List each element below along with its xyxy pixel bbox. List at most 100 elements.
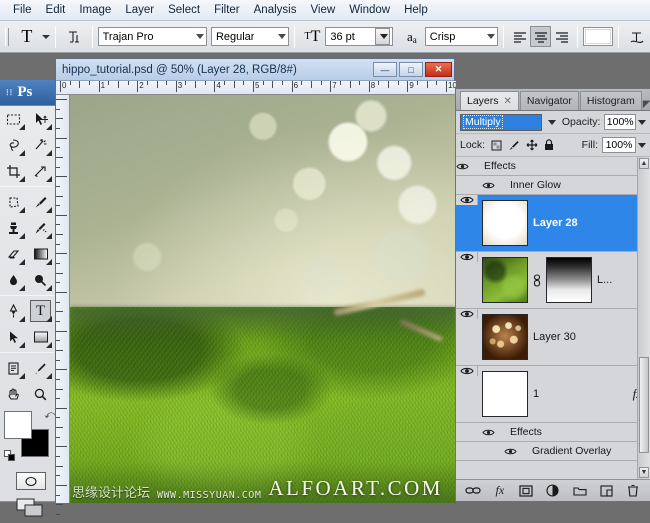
chevron-down-icon[interactable] [548,120,556,125]
fill-slider-chevron-icon[interactable] [638,143,646,148]
rectangle-shape-tool-icon[interactable] [27,324,54,350]
visibility-eye-icon[interactable] [456,309,478,319]
restore-button[interactable]: □ [399,62,423,77]
toolbox-grip[interactable]: ⁞⁞ [6,88,13,97]
add-layer-mask-icon[interactable] [517,482,536,499]
visibility-eye-icon[interactable] [456,162,478,171]
history-brush-tool-icon[interactable] [27,215,54,241]
tab-navigator[interactable]: Navigator [520,91,579,110]
lock-position-icon[interactable] [526,139,538,151]
link-layers-icon[interactable] [464,482,483,499]
visibility-eye-icon[interactable] [504,447,526,456]
blur-tool-icon[interactable] [0,267,27,293]
font-style-select[interactable]: Regular [211,27,289,46]
canvas[interactable]: 思缘设计论坛 WWW.MISSYUAN.COM ALFOART.COM [70,95,456,503]
document-title-bar[interactable]: hippo_tutorial.psd @ 50% (Layer 28, RGB/… [56,59,454,81]
menu-item-view[interactable]: View [303,2,342,18]
rectangular-marquee-tool-icon[interactable] [0,106,27,132]
zoom-tool-icon[interactable] [27,381,54,407]
menu-item-help[interactable]: Help [397,2,435,18]
dodge-tool-icon[interactable] [27,267,54,293]
chevron-down-icon[interactable] [375,28,390,45]
align-right-icon[interactable] [551,26,572,47]
move-tool-icon[interactable] [27,106,54,132]
layer-name[interactable]: L... [597,274,612,286]
layer-row-body[interactable]: Layer 30 [478,311,650,363]
type-tool-icon[interactable]: T [27,298,54,324]
layer-row-body[interactable]: L... [478,254,650,306]
magic-wand-tool-icon[interactable] [27,132,54,158]
layer-thumbnail[interactable] [482,257,528,303]
menu-item-select[interactable]: Select [161,2,207,18]
table-row[interactable]: L... [456,252,650,309]
menu-item-file[interactable]: File [6,2,39,18]
text-orientation-icon[interactable] [61,25,87,49]
layer-name[interactable]: Layer 28 [533,217,578,229]
gradient-tool-icon[interactable] [27,241,54,267]
visibility-eye-icon[interactable] [456,252,478,262]
patch-tool-icon[interactable] [0,189,27,215]
layer-name[interactable]: Layer 30 [533,331,576,343]
layer-name[interactable]: 1 [533,388,539,400]
pen-tool-icon[interactable] [0,298,27,324]
menu-item-filter[interactable]: Filter [207,2,247,18]
scrollbar-thumb[interactable] [639,357,649,454]
path-selection-tool-icon[interactable] [0,324,27,350]
visibility-eye-icon[interactable] [456,195,478,205]
minimize-button[interactable]: — [373,62,397,77]
delete-layer-icon[interactable] [623,482,642,499]
default-colors-icon[interactable] [4,450,15,461]
table-row[interactable]: 1 fx [456,366,650,423]
lock-image-pixels-icon[interactable] [508,140,520,151]
opacity-slider-chevron-icon[interactable] [638,120,646,125]
scroll-down-arrow-icon[interactable]: ▼ [639,467,649,478]
tab-layers[interactable]: Layers ✕ [460,91,519,110]
slice-tool-icon[interactable] [27,158,54,184]
visibility-eye-icon[interactable] [482,181,504,190]
text-color-swatch[interactable] [583,27,613,46]
list-item[interactable]: Effects [456,423,650,442]
lock-all-icon[interactable] [544,139,554,151]
brush-tool-icon[interactable] [27,189,54,215]
list-item[interactable]: Effects [456,157,650,176]
layer-thumbnail[interactable] [482,371,528,417]
font-family-select[interactable]: Trajan Pro [98,27,207,46]
layer-mask-thumbnail[interactable] [546,257,592,303]
opacity-input[interactable]: 100% [604,114,636,130]
layers-scrollbar[interactable]: ▲ ▼ [637,157,650,479]
lasso-tool-icon[interactable] [0,132,27,158]
crop-tool-icon[interactable] [0,158,27,184]
quick-mask-icon[interactable] [4,469,58,493]
new-adjustment-layer-icon[interactable] [543,482,562,499]
visibility-eye-icon[interactable] [456,366,478,376]
close-button[interactable]: ✕ [425,62,452,77]
close-icon[interactable]: ✕ [504,96,512,107]
table-row[interactable]: Layer 28 [456,195,650,252]
collapse-panel-icon[interactable]: ◤ [643,99,650,110]
lock-transparent-pixels-icon[interactable] [491,140,502,151]
scroll-up-arrow-icon[interactable]: ▲ [639,158,649,169]
menu-item-image[interactable]: Image [72,2,118,18]
layer-thumbnail[interactable] [482,314,528,360]
new-group-icon[interactable] [570,482,589,499]
type-tool-icon[interactable]: T [14,25,40,49]
eyedropper-tool-icon[interactable] [27,355,54,381]
eraser-tool-icon[interactable] [0,241,27,267]
font-size-select[interactable]: 36 pt [325,27,393,46]
list-item[interactable]: Inner Glow [456,176,650,195]
align-left-icon[interactable] [509,26,530,47]
options-bar-grip[interactable] [4,24,11,50]
menu-item-window[interactable]: Window [342,2,397,18]
tab-histogram[interactable]: Histogram [580,91,642,110]
tool-preset-chevron-down-icon[interactable] [42,35,50,39]
layer-row-body[interactable]: 1 fx [478,368,650,420]
vertical-ruler[interactable] [56,95,70,503]
foreground-color-swatch[interactable] [4,411,32,439]
new-layer-icon[interactable] [597,482,616,499]
menu-item-analysis[interactable]: Analysis [247,2,304,18]
clone-stamp-tool-icon[interactable] [0,215,27,241]
table-row[interactable]: Layer 30 [456,309,650,366]
horizontal-ruler[interactable]: 012345678910 [56,81,456,95]
notes-tool-icon[interactable] [0,355,27,381]
layer-list[interactable]: Effects Inner Glow Layer 28 [456,157,650,479]
